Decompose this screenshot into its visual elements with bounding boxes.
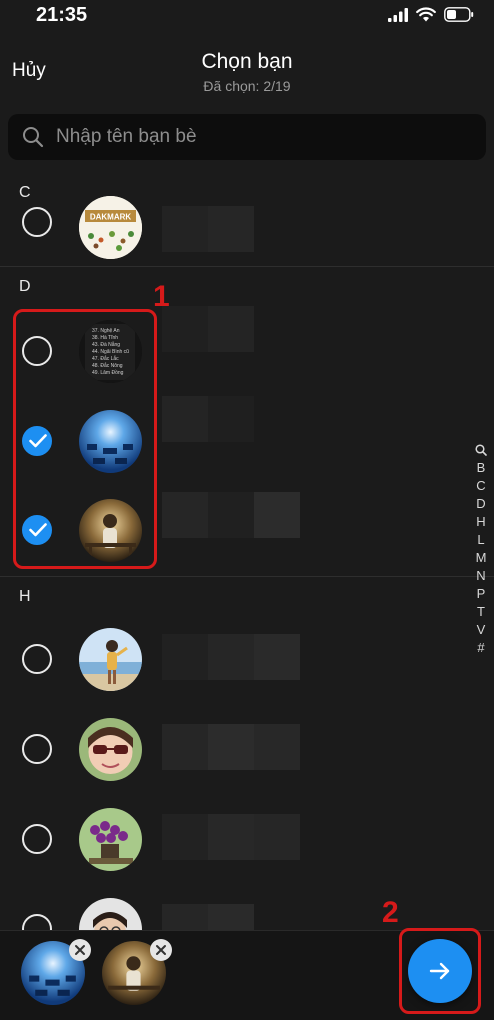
friend-name-redacted xyxy=(162,814,300,860)
avatar xyxy=(79,718,142,781)
index-letter[interactable]: C xyxy=(476,477,485,495)
svg-text:DAKMARK: DAKMARK xyxy=(90,213,132,222)
status-bar: 21:35 xyxy=(0,0,494,32)
selection-radio[interactable] xyxy=(22,207,52,237)
annotation-box-2 xyxy=(399,928,481,1014)
battery-icon xyxy=(444,7,474,22)
section-divider xyxy=(0,266,494,267)
index-letter[interactable]: M xyxy=(476,549,487,567)
avatar xyxy=(79,628,142,691)
selection-radio[interactable] xyxy=(22,734,52,764)
section-divider xyxy=(0,576,494,577)
friend-row[interactable] xyxy=(0,794,470,884)
friend-row[interactable]: DAKMARK xyxy=(0,196,470,286)
close-icon xyxy=(156,945,166,955)
selected-chip[interactable] xyxy=(21,939,91,1005)
search-icon xyxy=(23,127,44,148)
friend-row[interactable] xyxy=(0,614,470,704)
search-icon[interactable] xyxy=(475,444,487,456)
friend-name-redacted xyxy=(162,396,254,442)
section-header-d: D xyxy=(19,278,31,295)
selection-radio[interactable] xyxy=(22,824,52,854)
friend-name-redacted xyxy=(162,724,300,770)
orchid-flowers-avatar xyxy=(79,808,142,871)
annotation-label-2: 2 xyxy=(382,896,399,929)
index-letter[interactable]: D xyxy=(476,495,485,513)
remove-selection-button[interactable] xyxy=(69,939,91,961)
selection-radio[interactable] xyxy=(22,644,52,674)
dakmark-logo-avatar: DAKMARK xyxy=(79,196,142,259)
wifi-icon xyxy=(416,7,436,22)
index-letter[interactable]: P xyxy=(477,585,486,603)
friend-name-redacted xyxy=(162,206,254,252)
friend-name-redacted xyxy=(162,306,254,352)
sunglasses-person-avatar xyxy=(79,718,142,781)
section-header-h: H xyxy=(19,588,31,605)
index-letter[interactable]: B xyxy=(477,459,486,477)
search-bar[interactable] xyxy=(8,114,486,160)
annotation-box-1 xyxy=(13,309,157,569)
friend-name-redacted xyxy=(162,492,300,538)
beach-person-avatar xyxy=(79,628,142,691)
selection-count: Đã chọn: 2/19 xyxy=(203,78,291,94)
avatar: DAKMARK xyxy=(79,196,142,259)
header: Hủy Chọn bạn Đã chọn: 2/19 xyxy=(0,32,494,102)
search-input[interactable] xyxy=(56,114,456,160)
avatar xyxy=(79,808,142,871)
alphabet-index[interactable]: B C D H L M N P T V # xyxy=(472,442,490,657)
page-title: Chọn bạn xyxy=(201,50,293,73)
index-letter[interactable]: T xyxy=(477,603,485,621)
index-letter[interactable]: N xyxy=(476,567,485,585)
status-icons xyxy=(388,7,474,22)
index-letter[interactable]: V xyxy=(477,621,486,639)
remove-selection-button[interactable] xyxy=(150,939,172,961)
index-letter[interactable]: H xyxy=(476,513,485,531)
annotation-label-1: 1 xyxy=(153,280,170,313)
friend-name-redacted xyxy=(162,634,300,680)
close-icon xyxy=(75,945,85,955)
index-letter[interactable]: L xyxy=(477,531,484,549)
index-letter[interactable]: # xyxy=(477,639,484,657)
cellular-signal-icon xyxy=(388,7,408,22)
friend-row[interactable] xyxy=(0,704,470,794)
selected-chip[interactable] xyxy=(102,939,172,1005)
status-time: 21:35 xyxy=(36,4,88,26)
